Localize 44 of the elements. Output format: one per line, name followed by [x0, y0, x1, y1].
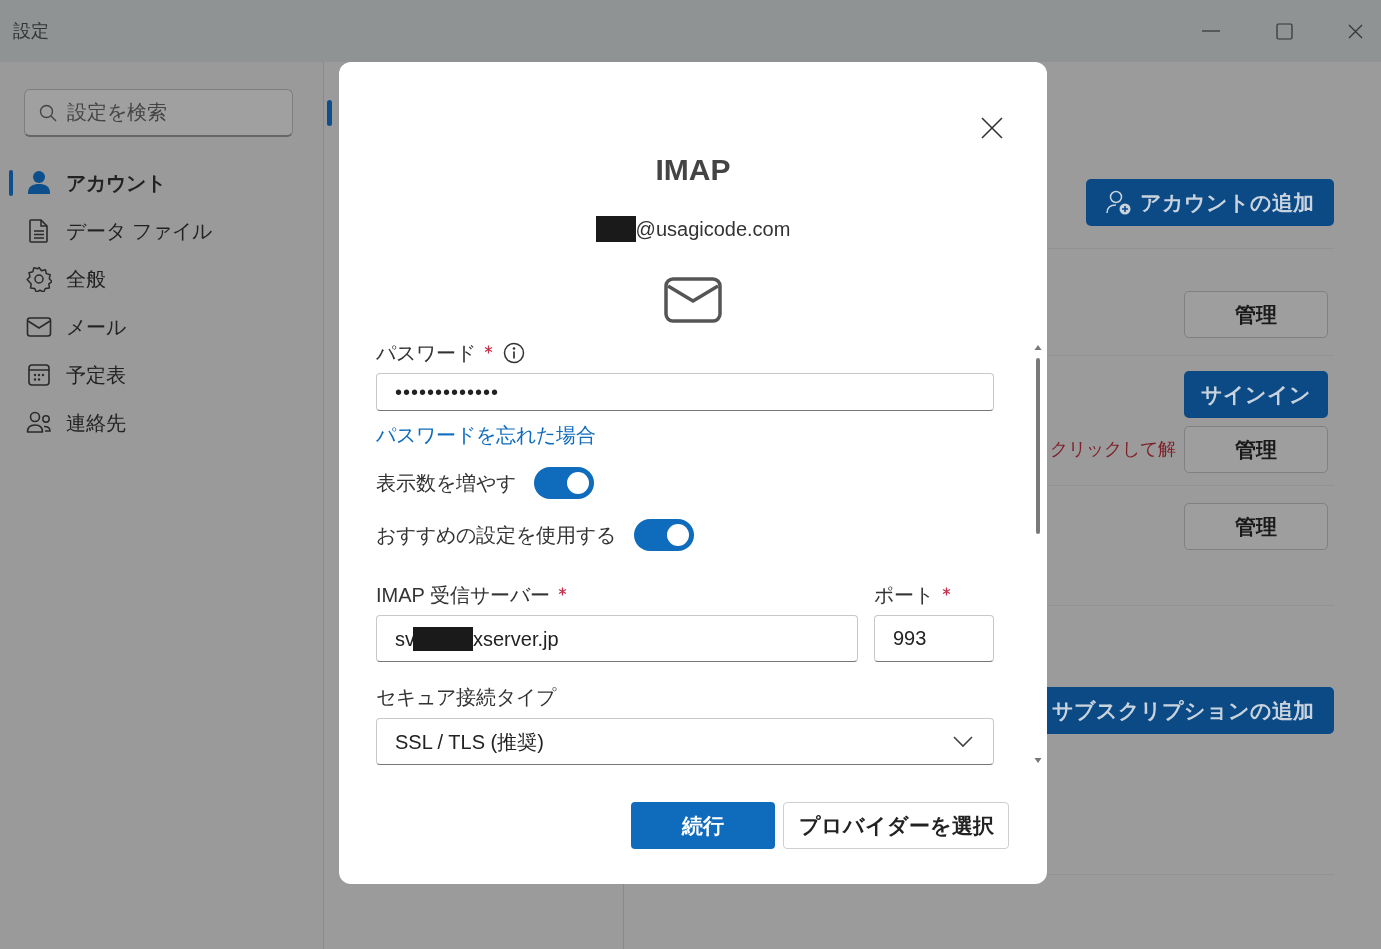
selection-indicator	[327, 100, 332, 126]
add-account-button[interactable]: アカウントの追加	[1086, 179, 1334, 226]
sign-in-button[interactable]: サインイン	[1184, 371, 1328, 418]
toggle-label: 表示数を増やす	[376, 471, 516, 496]
manage-button[interactable]: 管理	[1184, 503, 1328, 550]
manage-button[interactable]: 管理	[1184, 291, 1328, 338]
choose-provider-button[interactable]: プロバイダーを選択	[783, 802, 1009, 849]
field-label: ポート	[874, 583, 934, 608]
calendar-icon	[26, 362, 52, 388]
sidebar-item[interactable]: 全般	[0, 255, 323, 303]
toggle-switch[interactable]	[634, 519, 694, 551]
toggle-switch[interactable]	[534, 467, 594, 499]
search-field[interactable]: 設定を検索	[24, 89, 293, 137]
toggle-label: おすすめの設定を使用する	[376, 523, 616, 548]
sidebar-item[interactable]: アカウント	[0, 159, 323, 207]
mail-icon	[26, 314, 52, 340]
sidebar-item[interactable]: データ ファイル	[0, 207, 323, 255]
status-text: クリックして解	[1050, 438, 1176, 461]
search-icon	[39, 104, 57, 122]
manage-button[interactable]: 管理	[1184, 426, 1328, 473]
sidebar-item[interactable]: 連絡先	[0, 399, 323, 447]
port-field[interactable]: 993	[874, 615, 994, 662]
selection-indicator	[9, 170, 13, 196]
field-label: セキュア接続タイプ	[376, 685, 556, 710]
continue-button[interactable]: 続行	[631, 802, 775, 849]
person-add-icon	[1106, 189, 1132, 216]
sidebar-item[interactable]: メール	[0, 303, 323, 351]
field-label: IMAP 受信サーバー	[376, 583, 551, 608]
minimize-icon	[1202, 30, 1220, 32]
gear-icon	[26, 266, 52, 292]
dialog-title: IMAP	[654, 152, 732, 188]
people-icon	[26, 410, 52, 436]
sidebar-item[interactable]: 予定表	[0, 351, 323, 399]
maximize-icon	[1273, 22, 1293, 40]
window-title: 設定	[12, 19, 49, 43]
security-dropdown[interactable]: SSL / TLS (推奨)	[376, 718, 994, 765]
field-label: パスワード	[376, 341, 476, 366]
info-icon[interactable]	[503, 342, 525, 364]
forgot-password-link[interactable]: パスワードを忘れた場合	[376, 421, 596, 449]
mail-icon	[664, 277, 722, 323]
email-address: @usagicode.com	[635, 217, 791, 242]
password-field[interactable]: •••••••••••••	[376, 373, 994, 411]
chevron-down-icon	[953, 735, 973, 748]
person-icon	[26, 170, 52, 196]
